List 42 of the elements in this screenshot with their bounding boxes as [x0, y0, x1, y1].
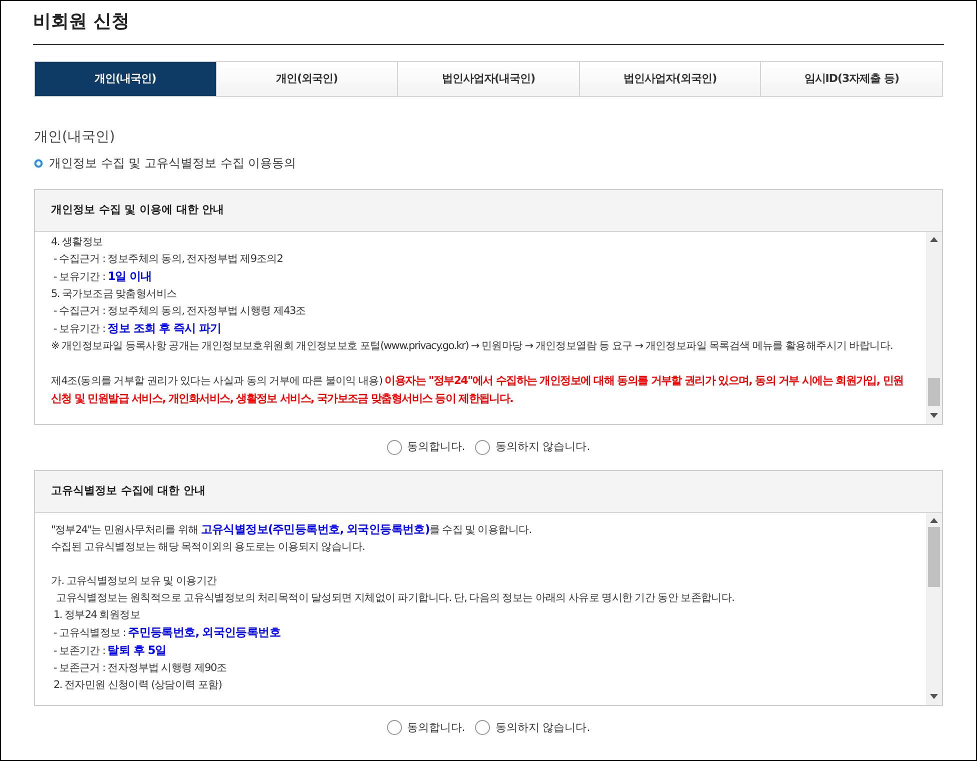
notice-text: 고유식별정보는 원칙적으로 고유식별정보의 처리목적이 달성되면 지체없이 파기합니다. 단, 다음의 정보는 아래의 사유로 명시한 기간 동안 보존합니다.	[55, 590, 736, 606]
radio-option[interactable]: 동의하지 않습니다.	[475, 439, 590, 456]
notice-text: - 보존기간 : 탈퇴 후 5일	[52, 642, 168, 658]
section-title: 개인(내국인)	[34, 128, 116, 147]
scrollbar-thumb[interactable]	[928, 526, 940, 586]
notice-text: - 수집근거 : 정보주체의 동의, 전자정부법 시행령 제43조	[52, 304, 307, 319]
notice-text: 수집된 고유식별정보는 해당 목적이외의 용도로는 이용되지 않습니다.	[51, 540, 366, 554]
notice-text: - 보유기간 : 1일 이내	[52, 268, 153, 285]
notice-text: - 보존근거 : 전자정부법 시행령 제90조	[52, 660, 228, 676]
notice-text: - 고유식별정보 : 주민등록번호, 외국인등록번호	[52, 624, 282, 640]
scroll-down-icon[interactable]	[930, 694, 938, 700]
radio-button[interactable]	[475, 440, 490, 455]
scroll-up-icon[interactable]	[930, 518, 938, 524]
radio-button[interactable]	[386, 720, 402, 736]
scroll-up-icon[interactable]	[930, 237, 938, 243]
panel-title: 개인정보 수집 및 이용에 대한 안내	[51, 202, 224, 218]
notice-text: 1. 정부24 회원정보	[52, 608, 142, 622]
notice-text: - 수집근거 : 정보주체의 동의, 전자정부법 제9조의2	[52, 252, 284, 267]
radio-option[interactable]: 동의합니다.	[386, 720, 466, 736]
notice-text: 제4조(동의를 거부할 권리가 있다는 사실과 동의 거부에 따른 불이익 내용) 이용자는 "정부24"에서 수집하는 개인정보에 대해 동의를 거부할 권리가 있으며, 동의 거부 시에는 회원가입, 민원신청 및 민원발급 서비스, 개인화서비스, 생활정보 서비스, 국가보조금 맞춤형서비스 등이 제한됩니다.	[51, 373, 904, 407]
tab[interactable]: 법인사업자(외국인)	[578, 62, 760, 96]
tab[interactable]: 임시ID(3자제출 등)	[760, 62, 942, 96]
radio-button[interactable]	[386, 440, 402, 455]
notice-text: "정부24"는 민원사무처리를 위해 고유식별정보(주민등록번호, 외국인등록번호)를 수집 및 이용합니다.	[51, 520, 532, 538]
radio-option[interactable]: 동의하지 않습니다.	[475, 720, 590, 736]
tab[interactable]: 법인사업자(내국인)	[397, 62, 579, 96]
tab[interactable]: 개인(외국인)	[216, 62, 398, 96]
radio-button[interactable]	[475, 720, 490, 736]
notice-text: ※ 개인정보파일 등록사항 공개는 개인정보보호위원회 개인정보보호 포털(www.privacy.go.kr) → 민원마당 → 개인정보열람 등 요구 → 개인정보파일 목록검색 메뉴를 활용해주시기 바랍니다.	[51, 339, 894, 354]
consent-heading: 개인정보 수집 및 고유식별정보 수집 이용동의	[49, 155, 296, 172]
notice-text: 4. 생활정보	[51, 235, 104, 250]
notice-text: 2. 전자민원 신청이력 (상담이력 포함)	[52, 678, 223, 692]
notice-text: 가. 고유식별정보의 보유 및 이용기간	[51, 574, 218, 588]
scroll-down-icon[interactable]	[930, 413, 938, 419]
notice-text: - 보유기간 : 정보 조회 후 즉시 파기	[52, 320, 222, 337]
page-title: 비회원 신청	[33, 10, 130, 34]
bullet-icon	[34, 158, 43, 168]
radio-option[interactable]: 동의합니다.	[386, 439, 466, 456]
notice-text: 5. 국가보조금 맞춤형서비스	[51, 287, 178, 302]
scrollbar-thumb[interactable]	[928, 378, 940, 406]
tab[interactable]: 개인(내국인)	[35, 62, 216, 96]
panel-title: 고유식별정보 수집에 대한 안내	[51, 482, 206, 499]
